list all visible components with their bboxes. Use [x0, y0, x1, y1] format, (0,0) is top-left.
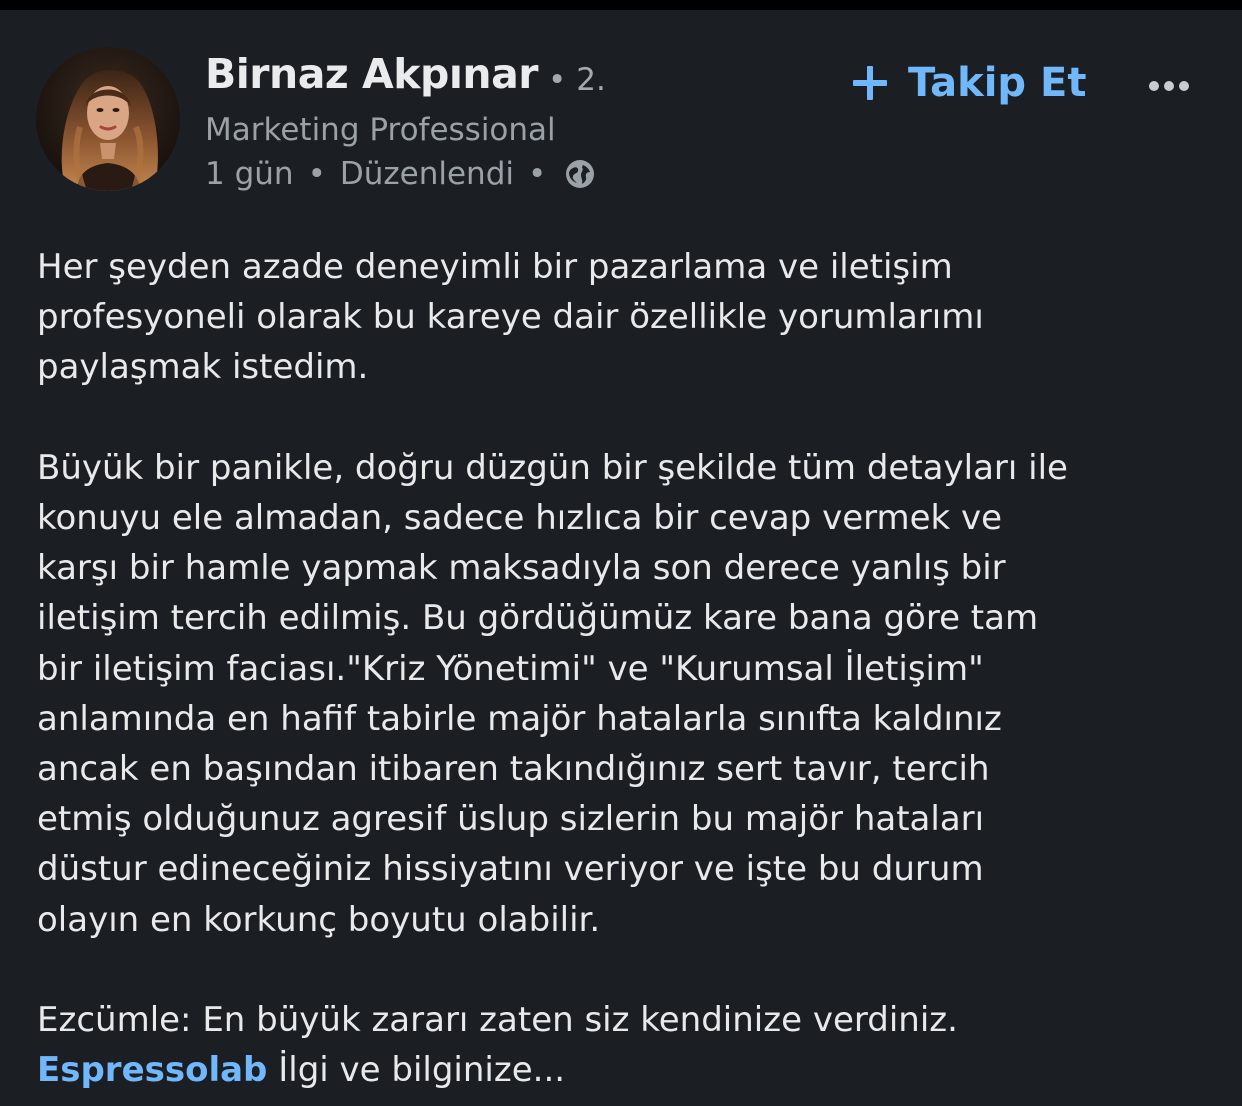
feed-post: Birnaz Akpınar • 2. Marketing Professiona…	[0, 10, 1242, 1106]
post-body: Her şeyden azade deneyimli bir pazarlama…	[37, 242, 1227, 1095]
truncated-text[interactable]: İlgi ve bilginize...	[267, 1050, 565, 1090]
post-time: 1 gün	[205, 156, 294, 192]
follow-button[interactable]: Takip Et	[850, 60, 1086, 106]
post-paragraph: Her şeyden azade deneyimli bir pazarlama…	[37, 247, 984, 388]
post-last-line: Espressolab İlgi ve bilginize...	[37, 1045, 1227, 1095]
meta-separator: •	[307, 156, 326, 192]
edited-label: Düzenlendi	[339, 156, 514, 192]
author-avatar[interactable]	[36, 47, 180, 191]
connection-degree: • 2.	[548, 62, 606, 98]
status-bar-edge	[0, 0, 1242, 10]
meta-separator: •	[528, 156, 547, 192]
post-paragraph: Ezcümle: En büyük zararı zaten siz kendi…	[37, 1000, 958, 1041]
ellipsis-icon[interactable]	[1146, 72, 1192, 100]
mention-link[interactable]: Espressolab	[37, 1050, 267, 1090]
profile-photo	[36, 47, 180, 191]
degree-separator: •	[548, 62, 567, 98]
plus-icon	[850, 63, 890, 103]
author-name[interactable]: Birnaz Akpınar	[205, 50, 539, 98]
author-headline: Marketing Professional	[205, 112, 556, 148]
degree-label: 2.	[576, 62, 606, 98]
post-paragraph: Büyük bir panikle, doğru düzgün bir şeki…	[37, 447, 1068, 940]
post-meta: 1 gün • Düzenlendi •	[205, 156, 596, 192]
follow-label: Takip Et	[908, 60, 1087, 106]
globe-icon	[564, 158, 596, 190]
